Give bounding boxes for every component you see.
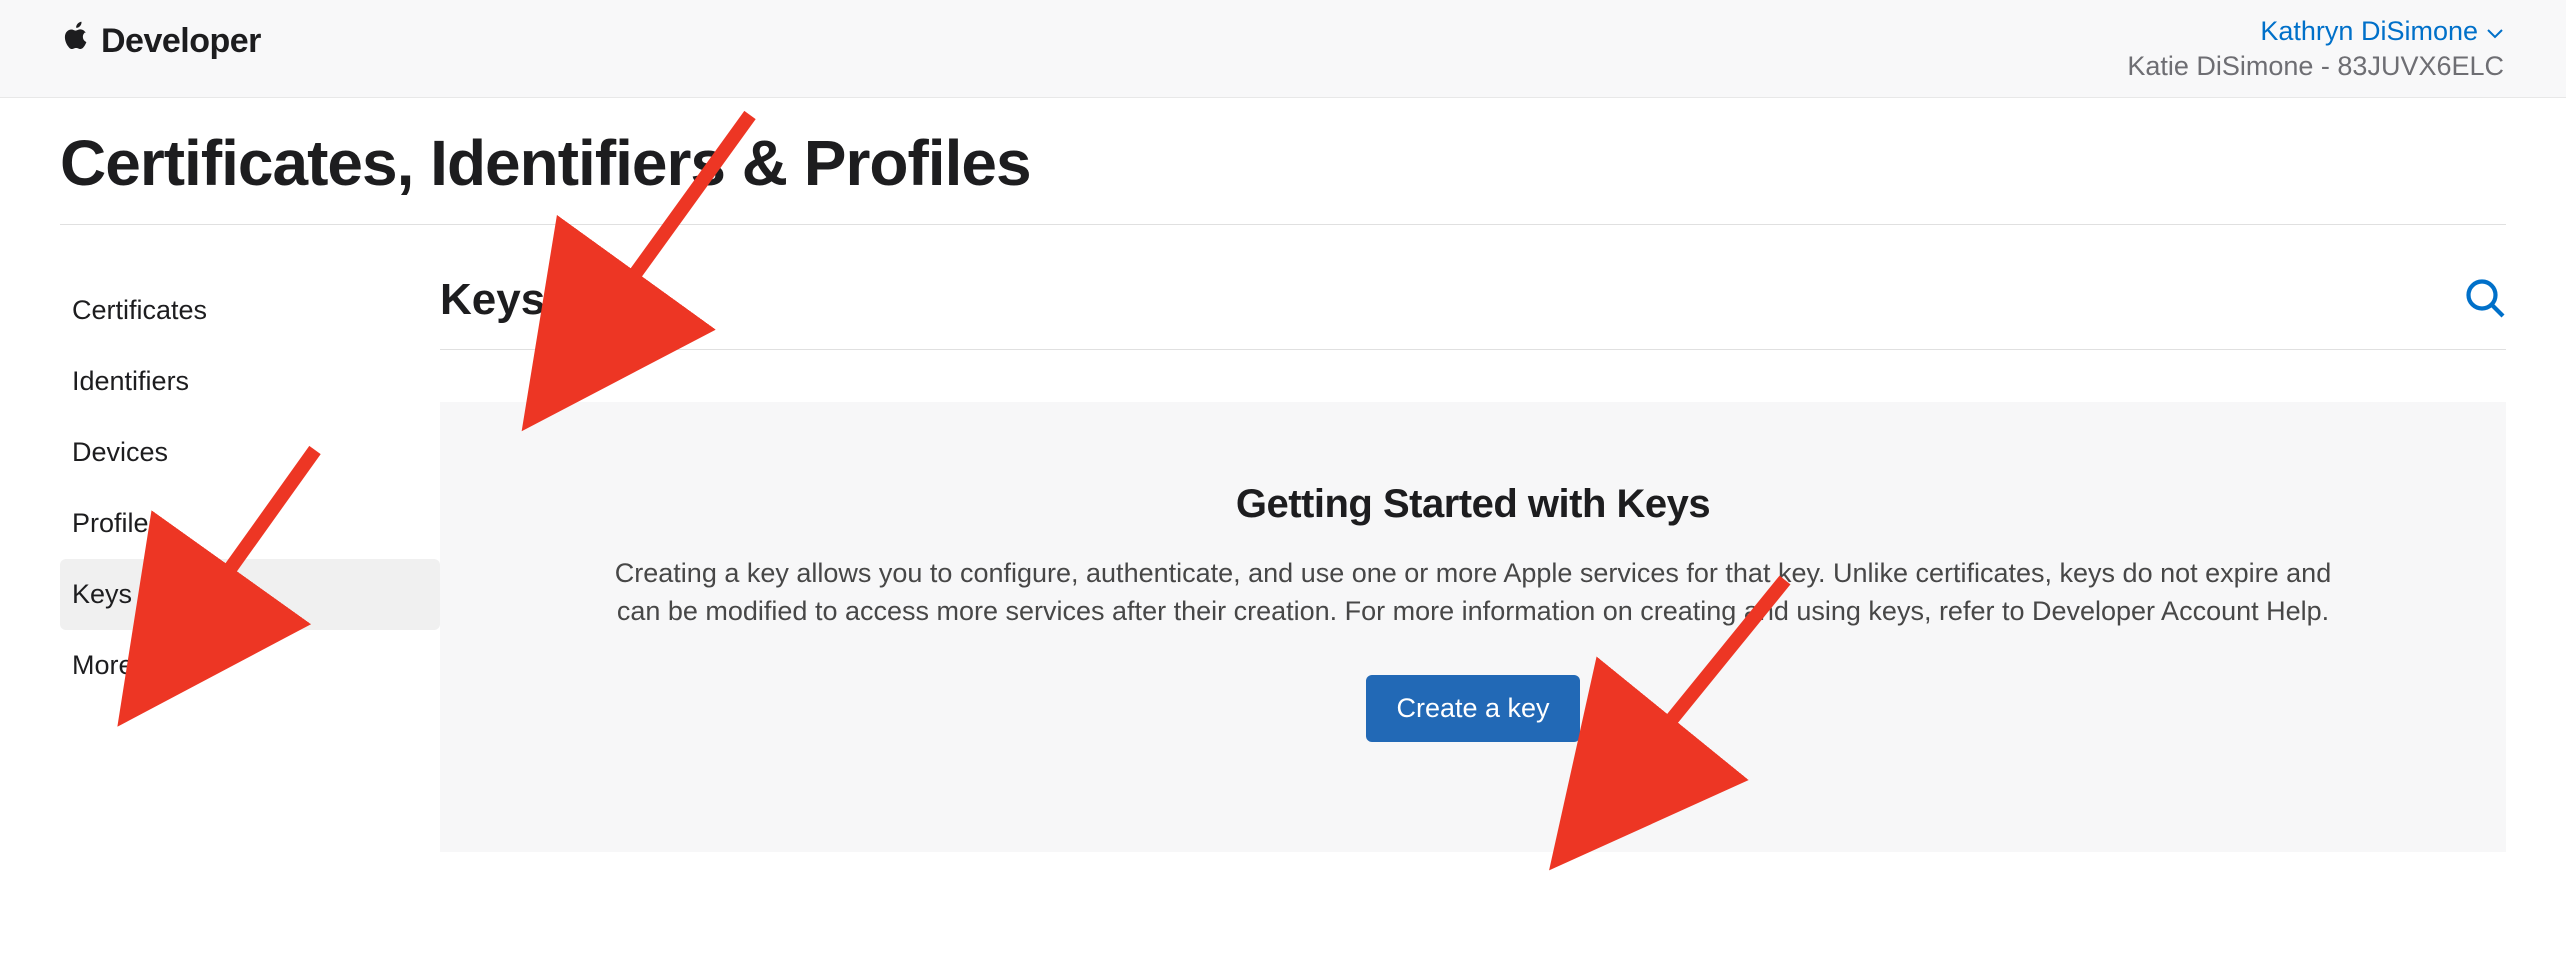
chevron-down-icon <box>2486 16 2504 47</box>
page-title: Certificates, Identifiers & Profiles <box>60 98 2506 225</box>
section-title-wrap: Keys <box>440 275 595 325</box>
sidebar-item-identifiers[interactable]: Identifiers <box>60 346 440 417</box>
search-icon[interactable] <box>2464 277 2506 324</box>
brand-label: Developer <box>101 22 261 61</box>
panel-title: Getting Started with Keys <box>600 482 2346 527</box>
getting-started-panel: Getting Started with Keys Creating a key… <box>440 402 2506 852</box>
add-key-button[interactable] <box>559 284 595 320</box>
user-team-text: Katie DiSimone - 83JUVX6ELC <box>2127 51 2504 82</box>
create-key-button[interactable]: Create a key <box>1366 675 1579 742</box>
content-row: Certificates Identifiers Devices Profile… <box>60 275 2506 852</box>
section-title: Keys <box>440 275 545 325</box>
sidebar-item-more[interactable]: More <box>60 630 440 701</box>
sidebar-item-profiles[interactable]: Profiles <box>60 488 440 559</box>
top-header: Developer Kathryn DiSimone Katie DiSimon… <box>0 0 2566 98</box>
user-name-text: Kathryn DiSimone <box>2260 16 2478 47</box>
apple-logo-icon <box>62 20 91 64</box>
plus-icon <box>567 292 587 312</box>
user-block: Kathryn DiSimone Katie DiSimone - 83JUVX… <box>2127 16 2504 82</box>
panel-description: Creating a key allows you to configure, … <box>600 555 2346 631</box>
user-name-dropdown[interactable]: Kathryn DiSimone <box>2127 16 2504 47</box>
sidebar-item-keys[interactable]: Keys <box>60 559 440 630</box>
sidebar: Certificates Identifiers Devices Profile… <box>60 275 440 852</box>
main-content: Keys Getting Started wit <box>440 275 2506 852</box>
sidebar-item-devices[interactable]: Devices <box>60 417 440 488</box>
main-container: Certificates, Identifiers & Profiles Cer… <box>0 98 2566 852</box>
sidebar-item-certificates[interactable]: Certificates <box>60 275 440 346</box>
section-header: Keys <box>440 275 2506 350</box>
developer-brand[interactable]: Developer <box>62 20 261 64</box>
